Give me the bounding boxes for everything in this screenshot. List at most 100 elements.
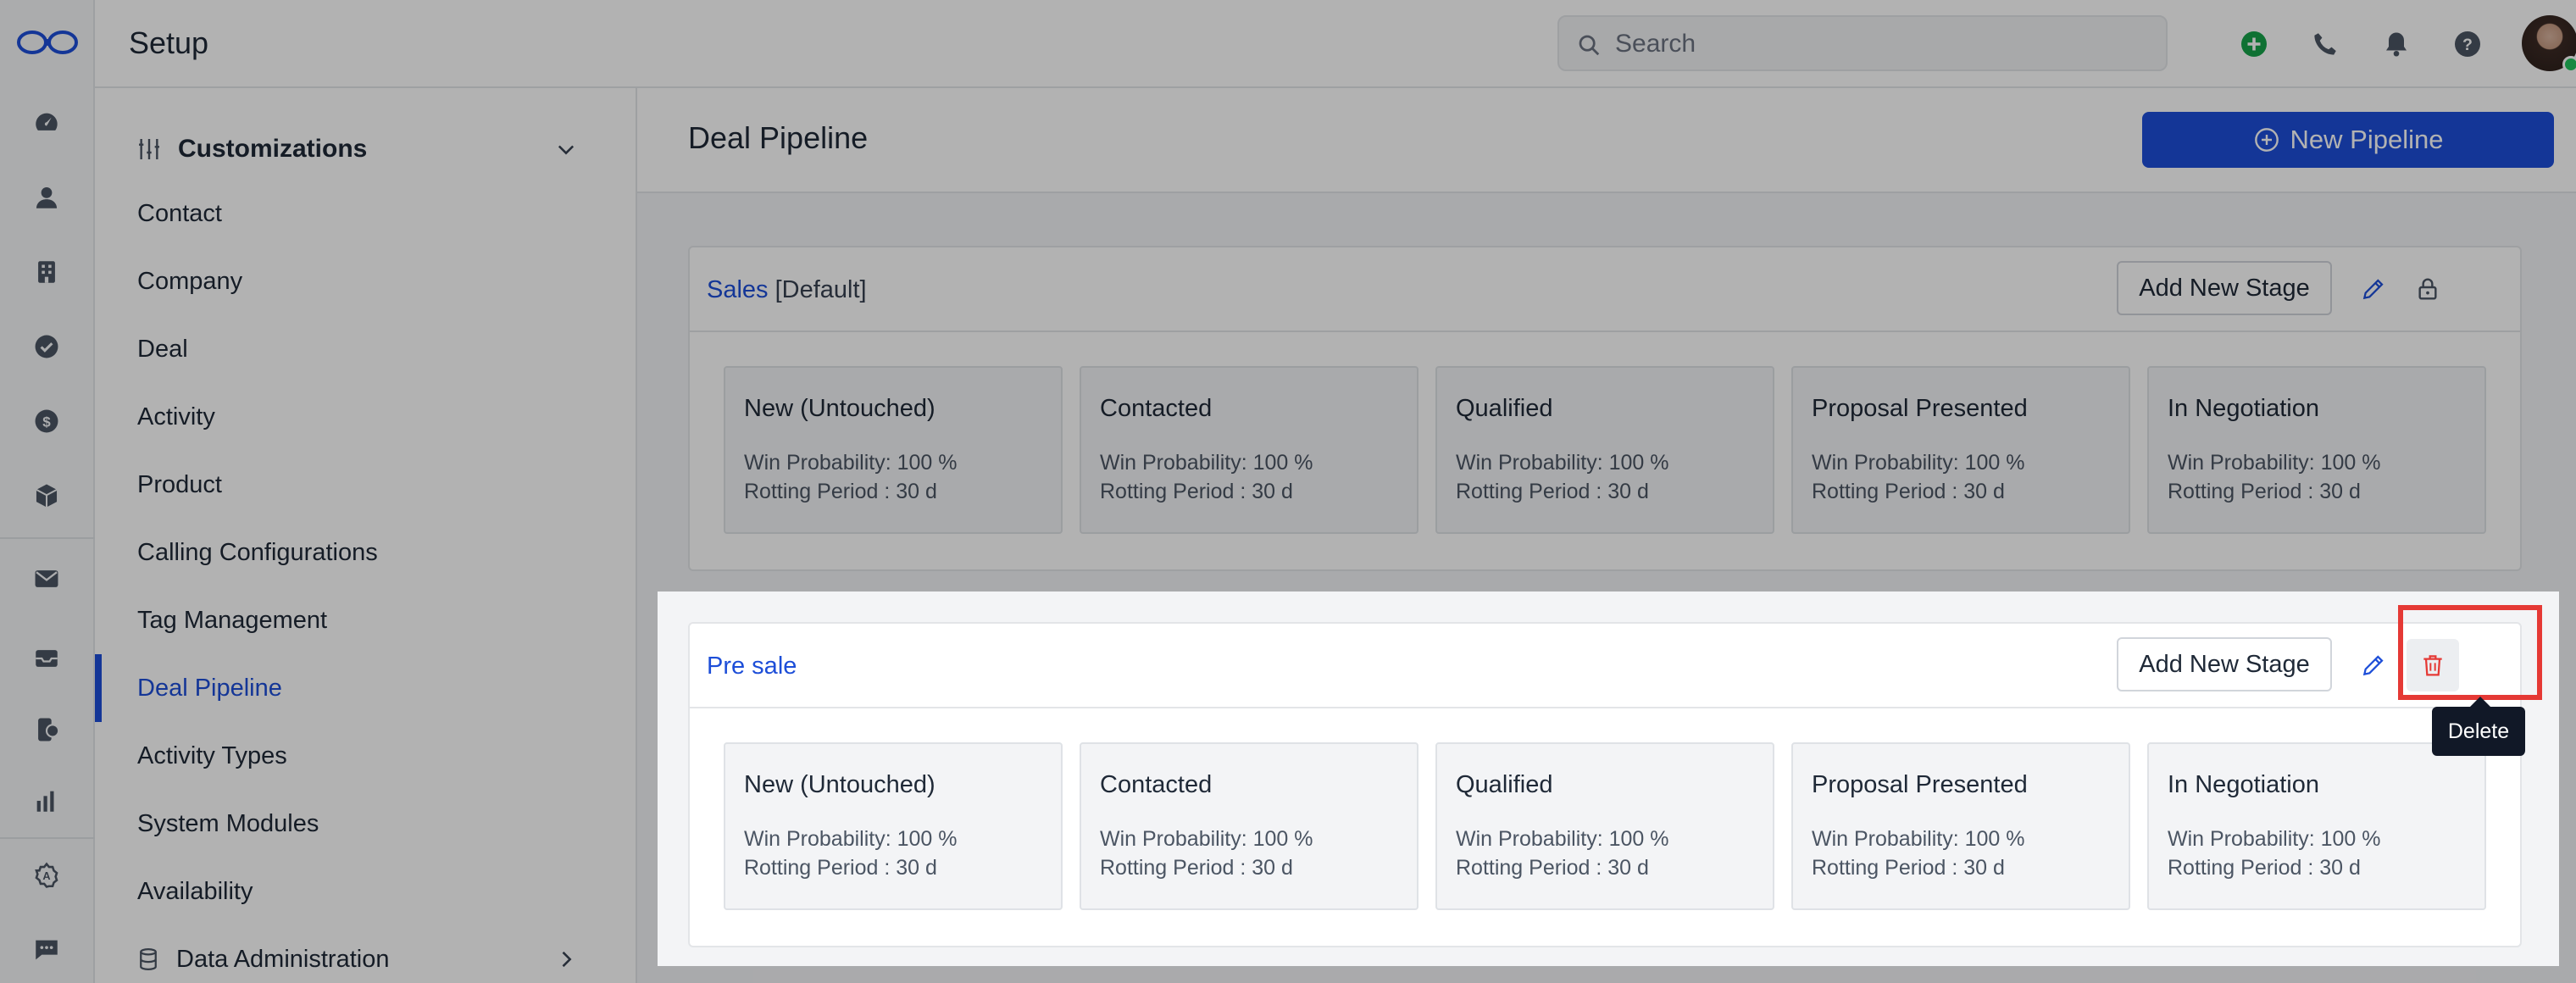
stage-name: Proposal Presented: [1812, 771, 2028, 798]
stage-name: In Negotiation: [2168, 771, 2319, 798]
page-title: Setup: [129, 25, 209, 60]
main-content: Deal Pipeline New Pipeline Sales [Defaul…: [637, 88, 2576, 983]
rail-divider-2: [0, 837, 95, 839]
product-box-icon[interactable]: [29, 478, 64, 514]
settings-sidebar: Customizations Contact Company Deal Acti…: [95, 88, 637, 983]
search-input[interactable]: [1615, 25, 2140, 63]
activity-check-icon[interactable]: [29, 329, 64, 364]
sidebar-item-activity[interactable]: Activity: [137, 403, 215, 431]
online-status-dot: [2562, 56, 2576, 73]
svg-text:$: $: [42, 414, 51, 430]
customizations-group[interactable]: Customizations: [136, 131, 593, 168]
top-bar: Setup ?: [95, 0, 2576, 88]
automation-icon[interactable]: A: [29, 858, 64, 893]
chat-icon[interactable]: [29, 932, 64, 968]
stage-rotting-period: Rotting Period : 30 d: [1100, 856, 1293, 880]
pipeline-name-link[interactable]: Pre sale: [707, 653, 797, 680]
sidebar-item-company[interactable]: Company: [137, 268, 242, 296]
default-tag: [Default]: [774, 276, 867, 303]
stage-name: New (Untouched): [744, 771, 935, 798]
stage-card[interactable]: Proposal Presented Win Probability: 100 %…: [1791, 366, 2130, 534]
chevron-down-icon[interactable]: [554, 137, 578, 161]
sliders-icon: [139, 139, 159, 159]
help-icon[interactable]: ?: [2449, 25, 2486, 63]
stage-list: New (Untouched) Win Probability: 100 % Rot…: [724, 742, 2495, 912]
stage-card[interactable]: Contacted Win Probability: 100 % Rotting P…: [1080, 366, 1418, 534]
contact-icon[interactable]: [29, 180, 64, 215]
user-avatar[interactable]: [2522, 15, 2576, 73]
stage-name: New (Untouched): [744, 395, 935, 422]
sidebar-item-deal-pipeline[interactable]: Deal Pipeline: [137, 675, 282, 703]
stage-rotting-period: Rotting Period : 30 d: [1456, 480, 1649, 503]
sidebar-item-calling-configurations[interactable]: Calling Configurations: [137, 539, 378, 567]
stage-card[interactable]: Qualified Win Probability: 100 % Rotting P…: [1435, 742, 1774, 910]
stage-card[interactable]: Qualified Win Probability: 100 % Rotting P…: [1435, 366, 1774, 534]
sidebar-item-system-modules[interactable]: System Modules: [137, 810, 319, 838]
sidebar-item-tag-management[interactable]: Tag Management: [137, 607, 327, 635]
stage-rotting-period: Rotting Period : 30 d: [1456, 856, 1649, 880]
edit-pipeline-button[interactable]: [2352, 644, 2395, 686]
new-pipeline-button[interactable]: New Pipeline: [2142, 112, 2554, 168]
stage-card[interactable]: In Negotiation Win Probability: 100 % Rott…: [2147, 742, 2486, 910]
dashboard-icon[interactable]: [29, 105, 64, 141]
stage-card[interactable]: In Negotiation Win Probability: 100 % Rott…: [2147, 366, 2486, 534]
stage-win-probability: Win Probability: 100 %: [1812, 451, 2025, 475]
svg-text:A: A: [42, 869, 50, 882]
deal-dollar-icon[interactable]: $: [29, 403, 64, 439]
add-new-stage-button[interactable]: Add New Stage: [2117, 637, 2332, 691]
data-administration-label: Data Administration: [176, 945, 390, 973]
app-rail: $ A: [0, 0, 95, 983]
stage-win-probability: Win Probability: 100 %: [2168, 827, 2381, 851]
plus-circle-icon: [2254, 128, 2279, 152]
rail-divider: [0, 537, 95, 539]
inbox-icon[interactable]: [29, 641, 64, 676]
phone-chat-icon[interactable]: [29, 712, 64, 747]
pencil-icon: [2362, 655, 2384, 676]
sidebar-item-contact[interactable]: Contact: [137, 200, 222, 228]
stage-rotting-period: Rotting Period : 30 d: [1100, 480, 1293, 503]
company-icon[interactable]: [29, 254, 64, 290]
sidebar-item-product[interactable]: Product: [137, 471, 222, 499]
mail-icon[interactable]: [29, 561, 64, 597]
phone-icon[interactable]: [2307, 25, 2344, 63]
stage-name: Qualified: [1456, 771, 1553, 798]
trash-icon: [2423, 655, 2442, 676]
stage-name: Qualified: [1456, 395, 1553, 422]
stage-card[interactable]: Proposal Presented Win Probability: 100 %…: [1791, 742, 2130, 910]
active-indicator: [95, 654, 102, 722]
search-box[interactable]: [1557, 15, 2168, 71]
customizations-label: Customizations: [178, 135, 368, 163]
pipeline-header: Pre sale Add New Stage: [690, 624, 2520, 708]
lock-icon: [2418, 278, 2437, 300]
content-title: Deal Pipeline: [688, 120, 869, 155]
pencil-icon: [2362, 279, 2384, 300]
sidebar-item-deal[interactable]: Deal: [137, 336, 188, 364]
add-circle-icon[interactable]: [2235, 25, 2273, 63]
stage-win-probability: Win Probability: 100 %: [1100, 451, 1313, 475]
stage-rotting-period: Rotting Period : 30 d: [744, 480, 937, 503]
pipeline-card-sales: Sales [Default] Add New Stage New (Untou…: [688, 246, 2522, 571]
stage-win-probability: Win Probability: 100 %: [2168, 451, 2381, 475]
add-new-stage-button[interactable]: Add New Stage: [2117, 261, 2332, 315]
bell-icon[interactable]: [2378, 25, 2415, 63]
svg-text:?: ?: [2462, 36, 2473, 54]
lock-pipeline-button[interactable]: [2407, 268, 2449, 310]
reports-icon[interactable]: [29, 783, 64, 819]
app-logo-icon[interactable]: [15, 25, 80, 59]
delete-pipeline-button[interactable]: [2407, 639, 2459, 691]
stage-rotting-period: Rotting Period : 30 d: [2168, 480, 2361, 503]
stage-card[interactable]: New (Untouched) Win Probability: 100 % Rot…: [724, 742, 1063, 910]
sidebar-item-availability[interactable]: Availability: [137, 878, 253, 906]
stage-rotting-period: Rotting Period : 30 d: [2168, 856, 2361, 880]
edit-pipeline-button[interactable]: [2352, 268, 2395, 310]
database-icon: [140, 948, 157, 971]
sidebar-item-activity-types[interactable]: Activity Types: [137, 742, 287, 770]
pipeline-name-link[interactable]: Sales: [707, 276, 769, 303]
stage-name: Contacted: [1100, 771, 1213, 798]
chevron-right-icon[interactable]: [554, 947, 578, 971]
stage-rotting-period: Rotting Period : 30 d: [744, 856, 937, 880]
pipeline-header: Sales [Default] Add New Stage: [690, 247, 2520, 332]
stage-card[interactable]: Contacted Win Probability: 100 % Rotting P…: [1080, 742, 1418, 910]
data-administration-group[interactable]: Data Administration: [136, 941, 593, 978]
stage-card[interactable]: New (Untouched) Win Probability: 100 % Rot…: [724, 366, 1063, 534]
